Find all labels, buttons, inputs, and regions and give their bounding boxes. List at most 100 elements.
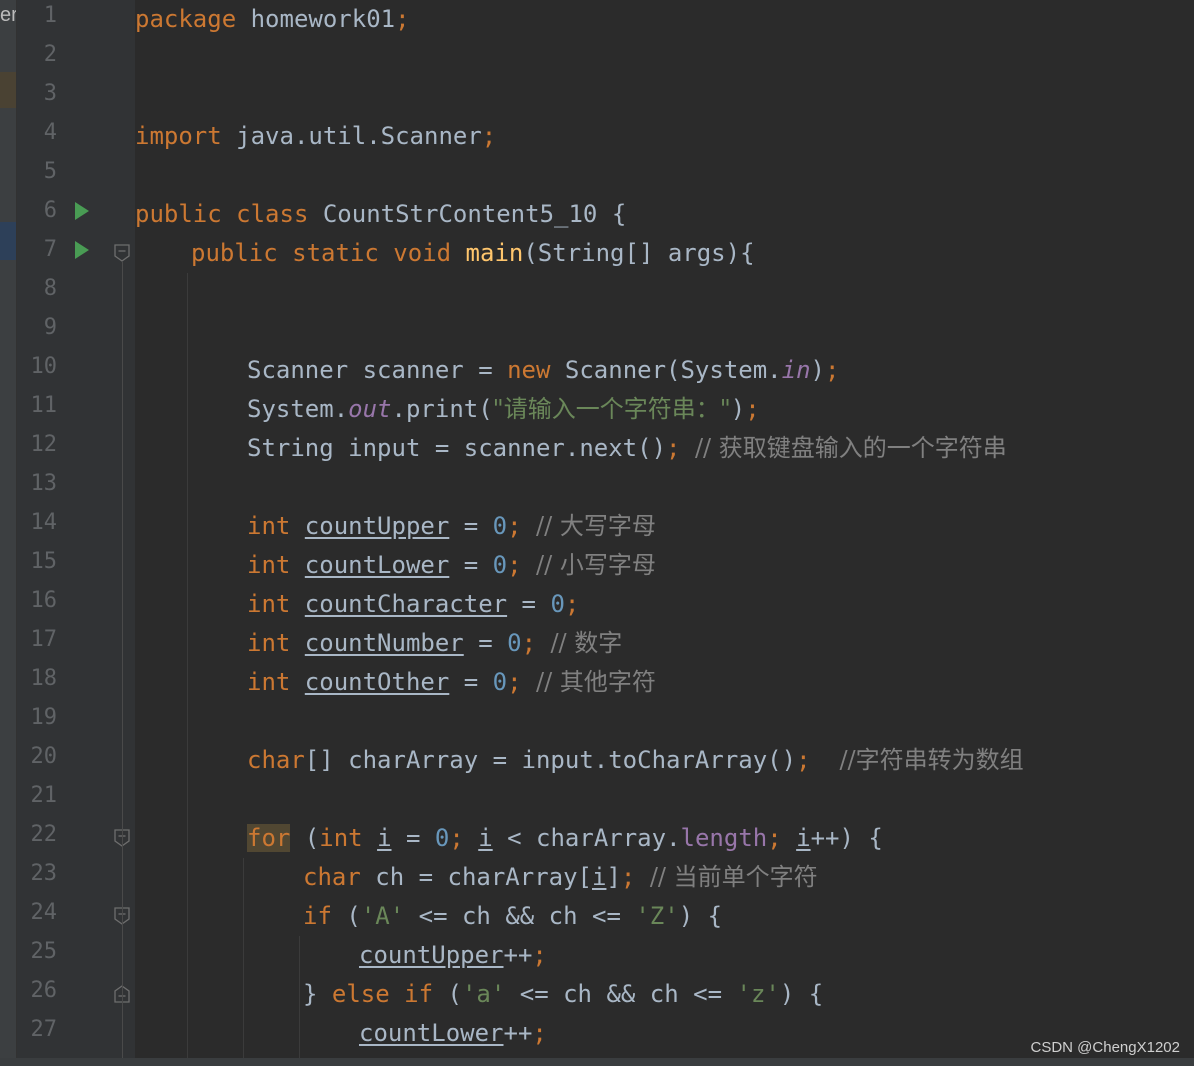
code-token: ; bbox=[767, 824, 797, 852]
code-line[interactable]: char[] charArray = input.toCharArray(); … bbox=[247, 741, 1024, 780]
code-token: char bbox=[247, 746, 305, 774]
code-line[interactable]: char ch = charArray[i]; // 当前单个字符 bbox=[303, 858, 818, 897]
code-area[interactable]: package homework01; import java.util.Scan… bbox=[135, 0, 1194, 1066]
code-line[interactable]: if ('A' <= ch && ch <= 'Z') { bbox=[303, 897, 722, 936]
code-token: } bbox=[303, 980, 332, 1008]
code-line[interactable]: } else if ('a' <= ch && ch <= 'z') { bbox=[303, 975, 823, 1014]
code-token: ; bbox=[825, 356, 840, 384]
code-token: 0 bbox=[492, 512, 508, 540]
code-line[interactable]: int countOther = 0; // 其他字符 bbox=[247, 663, 656, 702]
gutter-row: 6 bbox=[17, 195, 135, 234]
line-number: 12 bbox=[30, 432, 58, 457]
code-token: 'a' bbox=[461, 980, 506, 1008]
horizontal-scrollbar[interactable] bbox=[0, 1058, 1194, 1066]
code-token: String input = scanner.next() bbox=[247, 434, 667, 462]
code-token: ) { bbox=[779, 980, 824, 1008]
gutter-row: 2 bbox=[17, 39, 135, 78]
code-line[interactable]: public class CountStrContent5_10 { bbox=[135, 195, 626, 234]
code-token: ++ bbox=[503, 1019, 533, 1047]
gutter-row: 3 bbox=[17, 78, 135, 117]
code-token: < charArray. bbox=[492, 824, 681, 852]
line-number: 8 bbox=[43, 276, 57, 301]
line-number: 2 bbox=[43, 42, 57, 67]
code-token: countOther bbox=[304, 668, 450, 696]
code-token: int bbox=[247, 590, 305, 618]
code-line[interactable]: int countUpper = 0; // 大写字母 bbox=[247, 507, 656, 546]
code-token: 0 bbox=[434, 824, 450, 852]
code-token: ch = charArray[ bbox=[375, 863, 592, 891]
code-line[interactable]: public static void main(String[] args){ bbox=[191, 234, 755, 273]
code-token: ; bbox=[532, 1019, 547, 1047]
code-token: i bbox=[592, 863, 607, 891]
code-token: [] charArray = input.toCharArray() bbox=[304, 746, 797, 774]
code-token: 'A' bbox=[360, 902, 405, 930]
code-line[interactable]: int countLower = 0; // 小写字母 bbox=[247, 546, 656, 585]
code-token: Scanner scanner = bbox=[247, 356, 508, 384]
code-token: ] bbox=[606, 863, 621, 891]
code-line[interactable]: countLower++; bbox=[359, 1014, 547, 1053]
line-number: 27 bbox=[30, 1017, 58, 1042]
line-number: 4 bbox=[43, 120, 57, 145]
line-number: 3 bbox=[43, 81, 57, 106]
fold-open-icon[interactable] bbox=[114, 244, 130, 262]
code-token: ; bbox=[620, 863, 650, 891]
code-token: homework01 bbox=[236, 5, 396, 33]
code-line[interactable]: package homework01; bbox=[135, 0, 410, 39]
code-token: // 小写字母 bbox=[536, 551, 656, 579]
run-icon[interactable] bbox=[75, 202, 89, 220]
gutter-row: 16 bbox=[17, 585, 135, 624]
code-token: int bbox=[247, 512, 305, 540]
line-number: 24 bbox=[30, 900, 58, 925]
code-token: "请输入一个字符串：" bbox=[492, 395, 731, 423]
code-editor[interactable]: er 1 2 3 4 5 6 7 8 9 10 11 12 13 14 15 16 17 18 19 20 21 22 23… bbox=[0, 0, 1194, 1066]
code-token: 'z' bbox=[736, 980, 780, 1008]
gutter-row: 8 bbox=[17, 273, 135, 312]
code-token: else if bbox=[331, 980, 448, 1008]
code-token: i bbox=[377, 824, 392, 852]
code-token: main bbox=[465, 239, 524, 267]
line-gutter[interactable]: 1 2 3 4 5 6 7 8 9 10 11 12 13 14 15 16 17 18 19 20 21 22 23 24 2… bbox=[17, 0, 135, 1066]
project-tool-strip[interactable]: er bbox=[0, 0, 17, 1066]
code-token: <= ch && ch <= bbox=[404, 902, 636, 930]
code-token: //字符串转为数组 bbox=[839, 746, 1024, 774]
code-token: // 获取键盘输入的一个字符串 bbox=[694, 434, 1007, 462]
code-token: ; bbox=[521, 629, 551, 657]
gutter-row: 11 bbox=[17, 390, 135, 429]
code-line[interactable]: countUpper++; bbox=[359, 936, 547, 975]
line-number: 5 bbox=[43, 159, 57, 184]
indent-guide bbox=[299, 936, 300, 1014]
code-token: length bbox=[680, 824, 768, 852]
code-token: System. bbox=[247, 395, 349, 423]
gutter-row: 15 bbox=[17, 546, 135, 585]
code-token: ( bbox=[346, 902, 361, 930]
code-line[interactable]: int countCharacter = 0; bbox=[247, 585, 579, 624]
code-line[interactable]: import java.util.Scanner; bbox=[135, 117, 496, 156]
code-token: ) bbox=[730, 395, 746, 423]
code-token: java.util.Scanner bbox=[221, 122, 482, 150]
code-token: if bbox=[303, 902, 347, 930]
code-token: new bbox=[507, 356, 565, 384]
code-token: i bbox=[478, 824, 493, 852]
code-token: = bbox=[449, 668, 493, 696]
code-token: = bbox=[449, 512, 493, 540]
code-token: i bbox=[796, 824, 811, 852]
line-number: 14 bbox=[30, 510, 58, 535]
code-token: package bbox=[135, 5, 237, 33]
code-line[interactable]: int countNumber = 0; // 数字 bbox=[247, 624, 622, 663]
code-line[interactable]: System.out.print("请输入一个字符串："); bbox=[247, 390, 760, 429]
gutter-row: 12 bbox=[17, 429, 135, 468]
gutter-row: 23 bbox=[17, 858, 135, 897]
code-token: CountStrContent5_10 { bbox=[322, 200, 627, 228]
code-line[interactable]: Scanner scanner = new Scanner(System.in)… bbox=[247, 351, 839, 390]
gutter-row: 19 bbox=[17, 702, 135, 741]
gutter-row: 4 bbox=[17, 117, 135, 156]
run-icon[interactable] bbox=[75, 241, 89, 259]
gutter-row: 1 bbox=[17, 0, 135, 39]
code-token: countUpper bbox=[304, 512, 450, 540]
gutter-row: 5 bbox=[17, 156, 135, 195]
code-token: ; bbox=[796, 746, 840, 774]
code-line[interactable]: String input = scanner.next(); // 获取键盘输入… bbox=[247, 429, 1007, 468]
line-number: 19 bbox=[30, 705, 58, 730]
code-line[interactable]: for (int i = 0; i < charArray.length; i+… bbox=[247, 819, 883, 858]
code-token: for bbox=[247, 824, 291, 852]
